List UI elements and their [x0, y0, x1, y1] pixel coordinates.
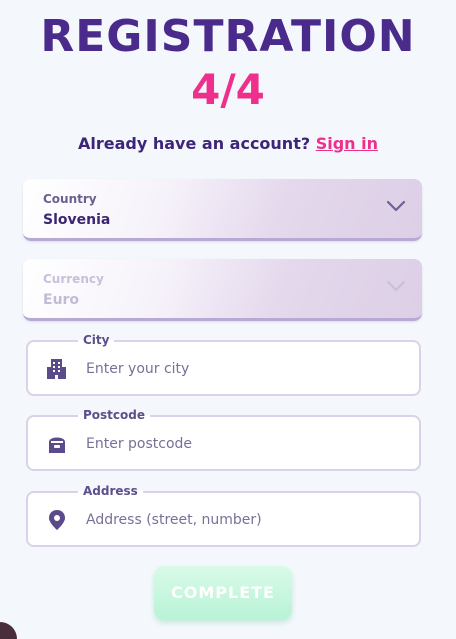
city-field: City — [26, 332, 421, 396]
city-label: City — [78, 332, 115, 348]
country-label: Country — [43, 192, 97, 206]
currency-select[interactable]: Currency Euro — [23, 259, 422, 321]
address-label: Address — [78, 483, 143, 499]
page-title: REGISTRATION — [40, 11, 416, 62]
country-select[interactable]: Country Slovenia — [23, 179, 422, 241]
step-indicator: 4/4 — [191, 65, 265, 114]
address-field: Address — [26, 483, 421, 547]
currency-value: Euro — [43, 292, 80, 308]
postcode-field: Postcode — [26, 407, 421, 471]
signin-prompt-text: Already have an account? — [78, 134, 311, 153]
signin-prompt: Already have an account? Sign in — [0, 134, 456, 153]
building-icon — [47, 359, 66, 379]
currency-label: Currency — [43, 272, 104, 286]
chevron-down-icon — [386, 280, 406, 292]
corner-decoration — [0, 622, 22, 639]
city-input[interactable] — [84, 356, 408, 382]
signin-link[interactable]: Sign in — [316, 134, 378, 153]
mailbox-icon — [49, 437, 65, 453]
postcode-label: Postcode — [78, 407, 151, 423]
registration-page: REGISTRATION 4/4 Already have an account… — [0, 0, 456, 639]
address-input[interactable] — [84, 507, 408, 533]
location-pin-icon — [49, 510, 65, 530]
chevron-down-icon — [386, 200, 406, 212]
complete-button[interactable]: COMPLETE — [154, 566, 292, 620]
country-value: Slovenia — [43, 212, 111, 228]
postcode-input[interactable] — [84, 431, 408, 457]
